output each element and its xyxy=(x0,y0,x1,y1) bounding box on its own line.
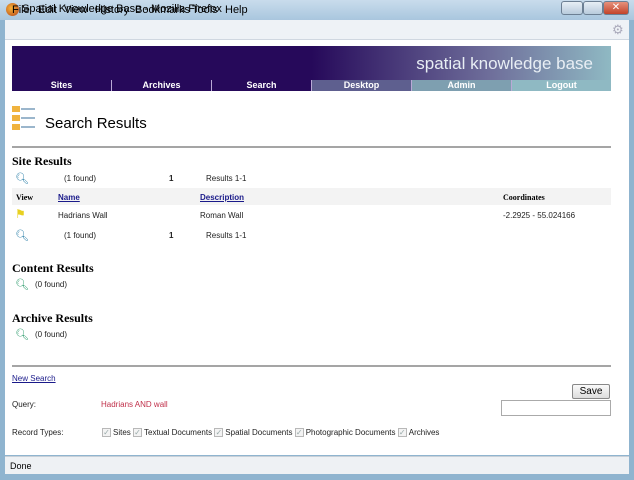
close-button[interactable]: ✕ xyxy=(603,1,629,15)
nav-sites[interactable]: Sites xyxy=(12,80,112,91)
spatial-documents-label: Spatial Documents xyxy=(225,428,293,437)
query-label: Query: xyxy=(12,400,37,409)
status-bar: Done xyxy=(5,456,629,474)
new-search-link[interactable]: New Search xyxy=(12,374,56,383)
menu-file[interactable]: File xyxy=(12,4,30,16)
search-icon[interactable]: 🔍︎ xyxy=(15,278,29,291)
nav-search[interactable]: Search xyxy=(212,80,312,91)
banner-title: spatial knowledge base xyxy=(416,54,593,73)
throbber-icon: ⚙ xyxy=(612,22,624,37)
maximize-button[interactable] xyxy=(583,1,603,15)
archive-results-heading: Archive Results xyxy=(12,311,93,325)
search-icon[interactable]: 🔍︎ xyxy=(15,172,29,185)
nav-archives[interactable]: Archives xyxy=(112,80,212,91)
page-title: Search Results xyxy=(45,115,147,132)
photographic-documents-label: Photographic Documents xyxy=(305,428,396,437)
nav-admin[interactable]: Admin xyxy=(412,80,512,91)
menu-bookmarks[interactable]: Bookmarks xyxy=(135,4,190,16)
main-nav: Sites Archives Search Desktop Admin Logo… xyxy=(12,80,611,91)
site-results-heading: Site Results xyxy=(12,154,72,168)
sites-label: Sites xyxy=(113,428,131,437)
results-range: Results 1-1 xyxy=(206,174,247,183)
query-value: Hadrians AND wall xyxy=(101,400,168,409)
archives-label: Archives xyxy=(408,428,440,437)
menu-bar xyxy=(5,20,629,40)
col-view: View xyxy=(16,193,34,202)
content-found-count: (0 found) xyxy=(35,280,68,289)
site-description: Roman Wall xyxy=(200,211,244,220)
results-range: Results 1-1 xyxy=(206,231,247,240)
menu-edit[interactable]: Edit xyxy=(38,4,57,16)
record-types-list: ✓ Sites ✓ Textual Documents ✓ Spatial Docum… xyxy=(102,428,440,438)
textual-documents-checkbox[interactable]: ✓ xyxy=(133,428,143,438)
record-types-label: Record Types: xyxy=(12,428,64,437)
minimize-button[interactable] xyxy=(561,1,583,15)
photographic-documents-checkbox[interactable]: ✓ xyxy=(294,428,304,438)
search-icon[interactable]: 🔍︎ xyxy=(15,229,29,242)
page-content xyxy=(5,40,629,455)
search-icon[interactable]: 🔍︎ xyxy=(15,328,29,341)
content-results-heading: Content Results xyxy=(12,261,94,275)
found-count: (1 found) xyxy=(64,231,97,240)
site-coordinates: -2.2925 - 55.024166 xyxy=(503,211,576,220)
found-count: (1 found) xyxy=(64,174,97,183)
page-number[interactable]: 1 xyxy=(169,231,173,240)
col-description-sort[interactable]: Description xyxy=(200,193,244,202)
sites-checkbox[interactable]: ✓ xyxy=(102,428,111,438)
col-name-sort[interactable]: Name xyxy=(58,193,80,202)
divider xyxy=(12,146,611,148)
menu-tools[interactable]: Tools xyxy=(192,4,218,16)
nav-desktop[interactable]: Desktop xyxy=(312,80,412,91)
menu-help[interactable]: Help xyxy=(225,4,248,16)
archive-found-count: (0 found) xyxy=(35,330,68,339)
archives-checkbox[interactable]: ✓ xyxy=(397,428,407,438)
view-flag-icon[interactable]: ⚑ xyxy=(15,207,26,221)
col-coordinates: Coordinates xyxy=(503,193,545,202)
menu-view[interactable]: View xyxy=(64,4,88,16)
textual-documents-label: Textual Documents xyxy=(144,428,213,437)
site-name: Hadrians Wall xyxy=(58,211,108,220)
spatial-documents-checkbox[interactable]: ✓ xyxy=(214,428,224,438)
save-name-input[interactable] xyxy=(501,400,611,416)
divider xyxy=(12,365,611,367)
page-number[interactable]: 1 xyxy=(169,174,173,183)
save-button[interactable]: Save xyxy=(572,384,610,399)
results-list-icon xyxy=(12,104,36,130)
menu-history[interactable]: History xyxy=(95,4,129,16)
nav-logout[interactable]: Logout xyxy=(512,80,611,91)
site-banner: spatial knowledge base xyxy=(12,46,611,80)
